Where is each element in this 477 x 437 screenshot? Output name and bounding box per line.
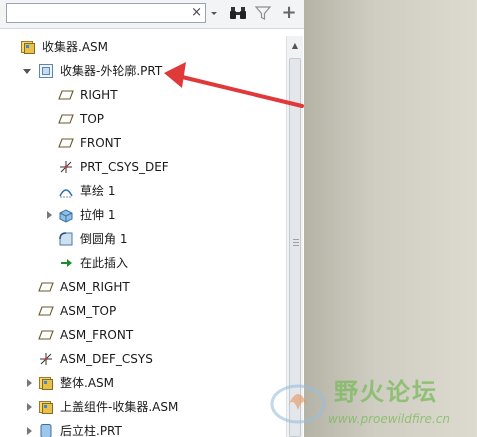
watermark-title: 野火论坛 — [334, 378, 438, 406]
watermark-url: www.proewildfire.cn — [328, 412, 450, 426]
forum-watermark: 野火论坛 www.proewildfire.cn — [268, 372, 477, 437]
watermark-logo-icon — [270, 384, 326, 424]
